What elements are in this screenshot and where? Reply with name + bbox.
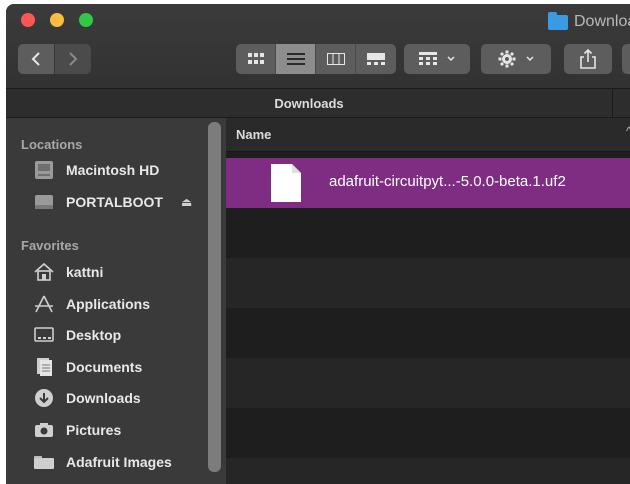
- chevron-down-icon: [447, 56, 455, 62]
- forward-button[interactable]: [55, 44, 91, 74]
- sidebar-item-label: kattni: [66, 264, 104, 280]
- sidebar-item-applications[interactable]: Applications: [32, 292, 204, 316]
- toolbar: Downloads: [6, 4, 630, 88]
- icon-view-button[interactable]: [236, 44, 276, 74]
- home-icon: [32, 261, 56, 283]
- sidebar-item-desktop[interactable]: Desktop: [32, 323, 204, 347]
- file-name: adafruit-circuitpyt...-5.0.0-beta.1.uf2: [329, 173, 566, 190]
- applications-icon: [32, 293, 56, 315]
- chevron-right-icon: [69, 52, 78, 66]
- desktop-icon: [32, 324, 56, 346]
- downloads-icon: [32, 387, 56, 409]
- share-icon: [580, 49, 596, 69]
- icon-view-icon: [247, 53, 264, 64]
- empty-row: [226, 208, 630, 258]
- file-row[interactable]: adafruit-circuitpyt...-5.0.0-beta.1.uf2: [226, 158, 630, 208]
- empty-row: [226, 308, 630, 358]
- sidebar-section-favorites: Favorites: [21, 238, 79, 253]
- chevron-left-icon: [31, 52, 40, 66]
- empty-row: [226, 258, 630, 308]
- sidebar-item-label: Applications: [66, 296, 151, 312]
- sidebar-item-label: Adafruit Images: [66, 454, 172, 470]
- sidebar-item-kattni[interactable]: kattni: [32, 260, 204, 284]
- share-button[interactable]: [564, 44, 612, 74]
- list-view-icon: [286, 53, 305, 65]
- sort-indicator: ^: [626, 124, 630, 138]
- pictures-icon: [32, 419, 56, 441]
- gallery-view-icon: [367, 53, 385, 65]
- zoom-window-button[interactable]: [79, 13, 93, 27]
- close-window-button[interactable]: [21, 13, 35, 27]
- toolbar-overflow-button[interactable]: [622, 44, 630, 74]
- action-menu-button[interactable]: [481, 44, 551, 74]
- empty-row: [226, 458, 630, 484]
- empty-row: [226, 358, 630, 408]
- sidebar-item-documents[interactable]: Documents: [32, 355, 204, 379]
- external-drive-icon: [32, 191, 56, 213]
- sidebar-scrollbar[interactable]: [208, 122, 221, 472]
- finder-window: Downloads: [6, 4, 630, 484]
- tab-downloads[interactable]: Downloads: [6, 89, 613, 117]
- folder-icon: [32, 451, 56, 473]
- gear-icon: [498, 50, 516, 68]
- group-by-button[interactable]: [404, 44, 470, 74]
- group-grid-icon: [419, 52, 437, 65]
- column-header-name[interactable]: Name: [236, 127, 271, 142]
- sidebar-item-adafruit-images[interactable]: Adafruit Images: [32, 450, 204, 474]
- column-view-icon: [326, 53, 345, 65]
- file-list: Name ^ adafruit-circuitpyt...-5.0.0-beta…: [226, 118, 630, 484]
- hard-drive-icon: [32, 159, 56, 181]
- documents-icon: [32, 356, 56, 378]
- window-title-text: Downloads: [574, 13, 630, 30]
- minimize-window-button[interactable]: [50, 13, 64, 27]
- view-mode-selector: [236, 44, 396, 74]
- column-view-button[interactable]: [316, 44, 356, 74]
- column-header: Name ^: [226, 118, 630, 152]
- sidebar-item-macintosh-hd[interactable]: Macintosh HD: [32, 158, 204, 182]
- empty-row: [226, 408, 630, 458]
- pathbar: Downloads: [6, 88, 630, 118]
- sidebar-item-label: Pictures: [66, 422, 122, 438]
- eject-icon[interactable]: ⏏: [181, 195, 192, 209]
- folder-icon: [548, 11, 568, 30]
- sidebar-item-label: PORTALBOOT: [66, 194, 163, 210]
- list-view-button[interactable]: [276, 44, 316, 74]
- sidebar-section-locations: Locations: [21, 137, 83, 152]
- sidebar-item-label: Downloads: [66, 390, 141, 406]
- sidebar-item-downloads[interactable]: Downloads: [32, 386, 204, 410]
- sidebar-item-label: Documents: [66, 359, 143, 375]
- sidebar-item-label: Desktop: [66, 327, 122, 343]
- chevron-down-icon: [526, 56, 534, 62]
- window-title: Downloads: [548, 11, 630, 31]
- back-button[interactable]: [18, 44, 54, 74]
- sidebar-item-portalboot[interactable]: PORTALBOOT ⏏: [32, 190, 204, 214]
- document-icon: [271, 164, 301, 202]
- sidebar-item-pictures[interactable]: Pictures: [32, 418, 204, 442]
- sidebar: Locations Macintosh HD PORTALBOOT ⏏ Favo…: [6, 118, 226, 484]
- gallery-view-button[interactable]: [356, 44, 396, 74]
- sidebar-item-label: Macintosh HD: [66, 162, 160, 178]
